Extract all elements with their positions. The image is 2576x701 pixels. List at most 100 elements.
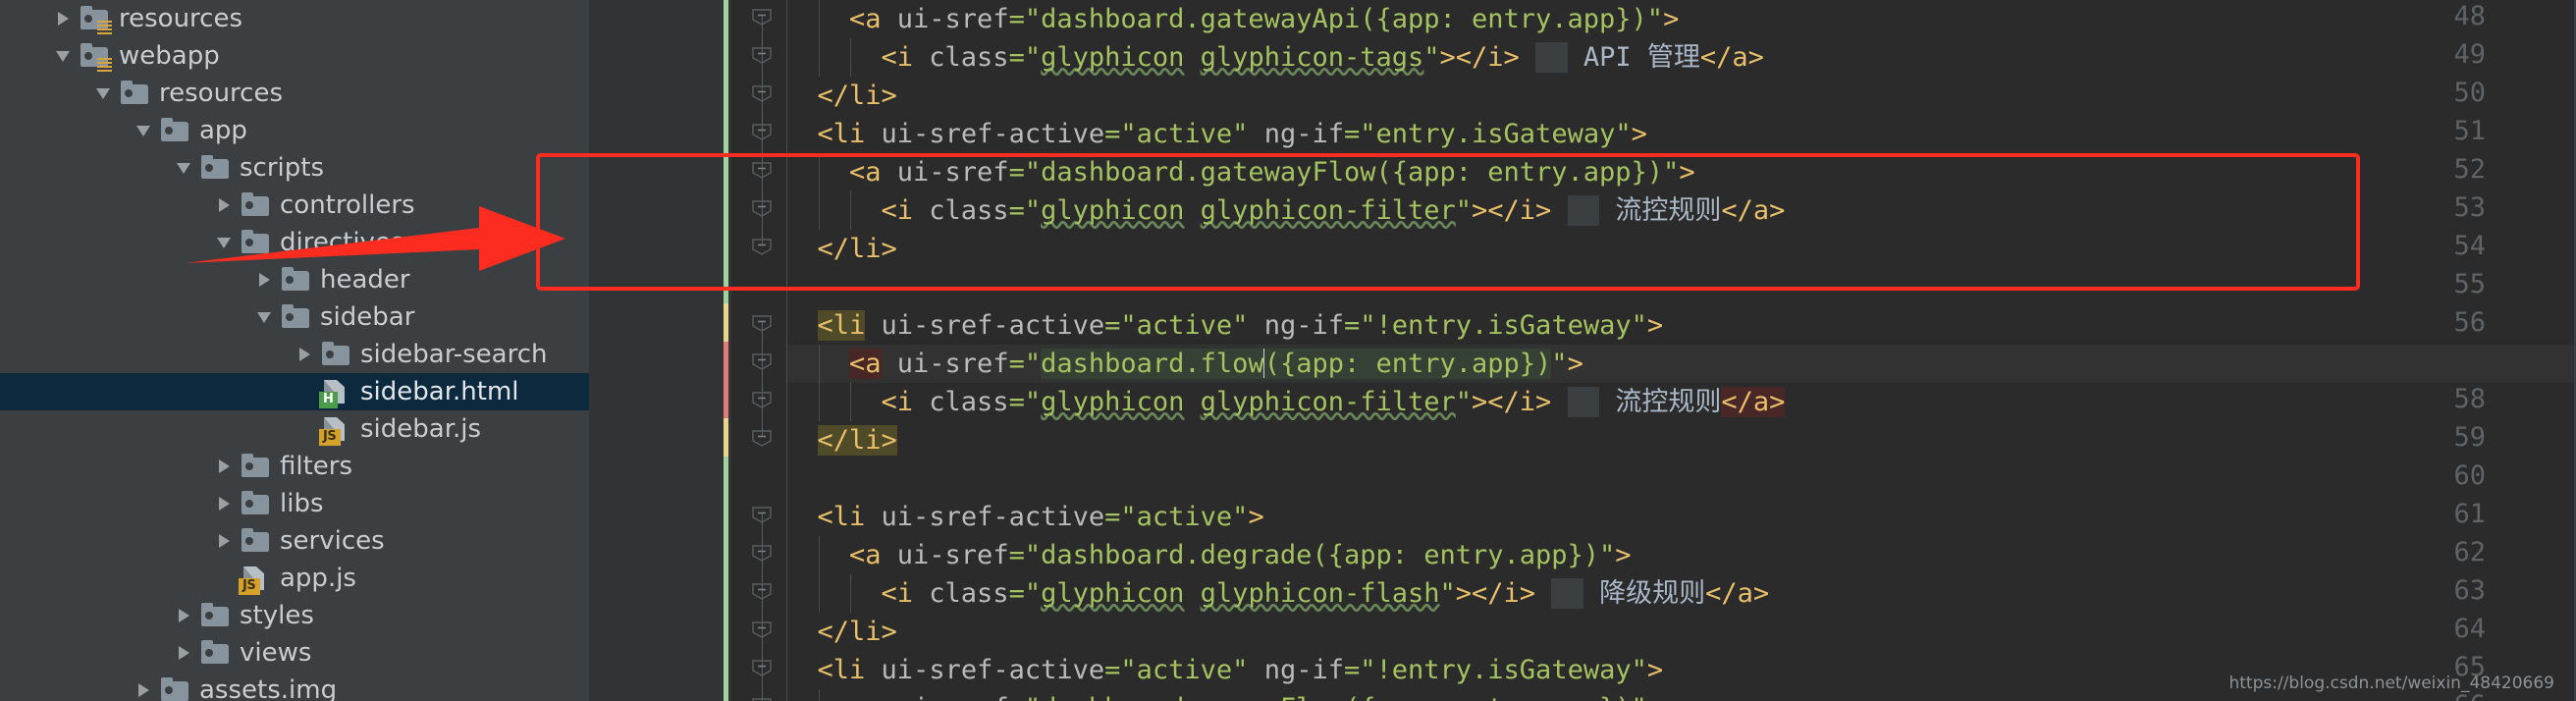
code-line[interactable]: <li ui-sref-active="active" ng-if="!entr… (785, 306, 2576, 345)
tree-row-label: app.js (280, 564, 356, 593)
tree-row[interactable]: libs (0, 485, 589, 522)
fold-marker[interactable] (748, 311, 776, 333)
tree-row[interactable]: resources (0, 0, 589, 37)
code-line-text: <a ui-sref="dashboard.flow({app: entry.a… (849, 349, 1583, 379)
tree-row[interactable]: views (0, 634, 589, 672)
watermark-url: https://blog.csdn.net/weixin_48420669 (2228, 674, 2554, 693)
code-line-text: <a ui-sref="dashboard.paramFlow({app: en… (785, 689, 1663, 701)
tree-row[interactable]: JS app.js (0, 560, 589, 597)
chevron-right-icon[interactable] (169, 609, 198, 622)
code-line[interactable] (785, 268, 2576, 306)
code-content[interactable]: <a ui-sref="dashboard.gatewayApi({app: e… (785, 0, 2576, 701)
code-line[interactable]: </li> (785, 421, 2576, 459)
tree-row-selected[interactable]: Hsidebar.html (0, 373, 589, 410)
code-line[interactable] (785, 459, 2576, 498)
chevron-down-icon[interactable] (88, 88, 118, 99)
editor-gutter[interactable] (589, 0, 731, 701)
chevron-right-icon[interactable] (209, 459, 239, 473)
tree-row-label: libs (280, 489, 324, 518)
fold-marker[interactable] (748, 120, 776, 141)
fold-marker[interactable] (748, 5, 776, 27)
tree-row-label: sidebar.js (360, 414, 482, 444)
tree-row[interactable]: services (0, 522, 589, 560)
indent-guide (786, 306, 787, 345)
project-tree-pane[interactable]: resources webapp resources app scripts contro… (0, 0, 589, 701)
code-line[interactable]: <i class="glyphicon glyphicon-filter"></… (785, 383, 2576, 421)
indent-guide (786, 498, 787, 536)
fold-marker[interactable] (748, 388, 776, 409)
code-line[interactable]: </li> (785, 613, 2576, 651)
vcs-change-marker[interactable] (724, 457, 728, 701)
tree-row[interactable]: sidebar (0, 298, 589, 336)
code-line[interactable]: <li ui-sref-active="active"> (785, 498, 2576, 536)
file-type-badge: JS (319, 429, 342, 446)
fold-marker[interactable] (748, 579, 776, 601)
fold-marker[interactable] (748, 43, 776, 65)
indent-guide (786, 651, 787, 689)
fold-marker[interactable] (748, 350, 776, 371)
vcs-change-marker[interactable] (724, 342, 728, 418)
code-line[interactable]: <i class="glyphicon glyphicon-tags"></i>… (785, 38, 2576, 77)
vcs-change-marker[interactable] (724, 303, 728, 342)
indent-guide (850, 383, 851, 421)
code-line-text: </li> (817, 617, 897, 647)
code-line[interactable]: </li> (785, 77, 2576, 115)
code-line[interactable]: <a ui-sref="dashboard.gatewayFlow({app: … (785, 153, 2576, 191)
code-editor[interactable]: 48495051525354555657585960616263646566 <… (589, 0, 2576, 701)
chevron-right-icon[interactable] (290, 348, 319, 361)
fold-marker[interactable] (748, 235, 776, 256)
js-file-icon: JS (239, 564, 272, 595)
tree-row[interactable]: filters (0, 448, 589, 485)
tree-row-label: sidebar-search (360, 340, 548, 369)
chevron-right-icon[interactable] (169, 646, 198, 660)
code-line-text: <a ui-sref="dashboard.degrade({app: entr… (849, 540, 1632, 570)
code-line[interactable]: <a ui-sref="dashboard.flow({app: entry.a… (785, 345, 2576, 383)
chevron-down-icon[interactable] (48, 51, 78, 62)
chevron-right-icon[interactable] (209, 497, 239, 511)
chevron-right-icon[interactable] (48, 12, 78, 26)
chevron-right-icon[interactable] (209, 534, 239, 548)
fold-marker[interactable] (748, 81, 776, 103)
chevron-down-icon[interactable] (129, 126, 158, 136)
tree-row[interactable]: webapp (0, 37, 589, 75)
tree-row[interactable]: resources (0, 75, 589, 112)
code-line[interactable]: <li ui-sref-active="active" ng-if="entry… (785, 115, 2576, 153)
fold-marker[interactable] (748, 426, 776, 448)
code-line[interactable]: <i class="glyphicon glyphicon-flash"></i… (785, 574, 2576, 613)
indent-guide (850, 574, 851, 613)
tree-row[interactable]: styles (0, 597, 589, 634)
folder-icon (319, 340, 352, 369)
folder-icon (239, 489, 272, 518)
tree-row[interactable]: JS sidebar.js (0, 410, 589, 448)
fold-marker[interactable] (748, 158, 776, 180)
folder-icon (198, 638, 232, 668)
chevron-down-icon[interactable] (249, 312, 279, 323)
indent-guide (818, 689, 820, 701)
chevron-down-icon[interactable] (169, 163, 198, 174)
tree-row[interactable]: scripts (0, 149, 589, 187)
chevron-right-icon[interactable] (129, 683, 158, 697)
tree-row-label: filters (280, 452, 353, 481)
fold-marker[interactable] (748, 656, 776, 677)
code-line[interactable]: <a ui-sref="dashboard.degrade({app: entr… (785, 536, 2576, 574)
indent-guide (818, 574, 820, 613)
code-line-text: </li> (817, 425, 897, 456)
fold-marker[interactable] (748, 196, 776, 218)
fold-marker[interactable] (748, 541, 776, 563)
indent-guide (786, 459, 787, 498)
indent-guide (786, 153, 787, 191)
code-line[interactable]: <a ui-sref="dashboard.gatewayApi({app: e… (785, 0, 2576, 38)
vcs-change-marker[interactable] (724, 418, 728, 457)
code-folding-column[interactable] (746, 0, 779, 701)
vcs-change-marker[interactable] (724, 0, 728, 303)
tree-row-label: styles (240, 601, 314, 630)
fold-marker[interactable] (748, 694, 776, 701)
indent-guide (818, 38, 820, 77)
fold-marker[interactable] (748, 503, 776, 524)
code-line[interactable]: </li> (785, 230, 2576, 268)
code-line[interactable]: <i class="glyphicon glyphicon-filter"></… (785, 191, 2576, 230)
tree-row[interactable]: sidebar-search (0, 336, 589, 373)
tree-row[interactable]: assets.img (0, 672, 589, 701)
fold-marker[interactable] (748, 618, 776, 639)
tree-row[interactable]: app (0, 112, 589, 149)
